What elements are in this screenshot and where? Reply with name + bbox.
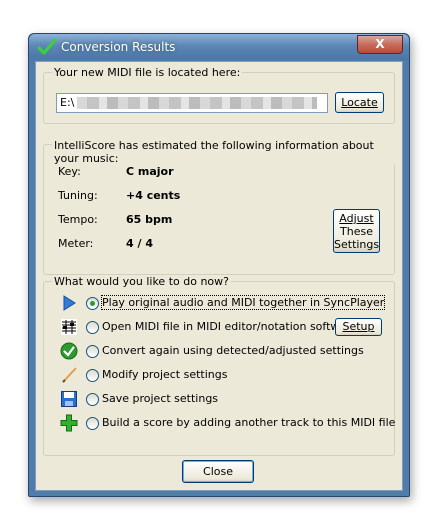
close-button-label: Close: [203, 465, 233, 478]
green-plus-icon: [60, 414, 78, 432]
tempo-label: Tempo:: [58, 213, 98, 226]
key-label: Key:: [58, 165, 81, 178]
floppy-disk-icon: [61, 391, 77, 407]
blurred-path-region: [77, 97, 317, 109]
meter-value: 4 / 4: [126, 237, 153, 250]
tuning-label: Tuning:: [58, 189, 98, 202]
tuning-value: +4 cents: [126, 189, 181, 202]
tempo-value: 65 bpm: [126, 213, 173, 226]
play-icon: [63, 295, 76, 311]
conversion-results-window: Conversion Results X Your new MIDI file …: [28, 33, 410, 497]
adjust-line-1: Adjust: [339, 212, 374, 225]
window-close-button[interactable]: X: [357, 35, 403, 54]
option-convert-again-radio[interactable]: [86, 345, 99, 358]
dialog-client-area: Your new MIDI file is located here: E:\ …: [35, 61, 403, 491]
midi-file-path-field[interactable]: E:\: [56, 93, 328, 113]
option-build-score-label[interactable]: Build a score by adding another track to…: [102, 416, 395, 429]
option-modify-radio[interactable]: [86, 369, 99, 382]
actions-group-label: What would you like to do now?: [52, 275, 231, 288]
setup-button-label: Setup: [342, 320, 375, 333]
title-bar[interactable]: Conversion Results X: [29, 34, 409, 60]
option-play-radio[interactable]: [86, 297, 99, 310]
key-value: C major: [126, 165, 174, 178]
adjust-line-3: Settings: [334, 238, 380, 251]
setup-button[interactable]: Setup: [335, 318, 382, 336]
option-build-score-radio[interactable]: [86, 417, 99, 430]
info-group-label: IntelliScore has estimated the following…: [52, 139, 402, 165]
option-save-radio[interactable]: [86, 393, 99, 406]
option-modify-label[interactable]: Modify project settings: [102, 368, 228, 381]
option-play-label[interactable]: Play original audio and MIDI together in…: [100, 295, 386, 310]
locate-button[interactable]: Locate: [335, 92, 384, 113]
option-open-midi-radio[interactable]: [86, 321, 99, 334]
meter-label: Meter:: [58, 237, 94, 250]
locate-button-label: Locate: [341, 96, 378, 109]
notation-icon: [61, 319, 77, 335]
option-open-midi-label[interactable]: Open MIDI file in MIDI editor/notation s…: [102, 320, 357, 333]
location-group-label: Your new MIDI file is located here:: [52, 66, 243, 79]
window-title: Conversion Results: [61, 40, 176, 54]
green-check-icon: [60, 342, 78, 360]
option-convert-again-label[interactable]: Convert again using detected/adjusted se…: [102, 344, 364, 357]
adjust-line-2: These: [340, 225, 373, 238]
green-check-icon: [37, 38, 57, 55]
adjust-settings-button[interactable]: Adjust These Settings: [333, 209, 380, 253]
midi-file-path-text: E:\: [60, 96, 75, 109]
pencil-icon: [62, 367, 77, 383]
option-save-label[interactable]: Save project settings: [102, 392, 218, 405]
close-button[interactable]: Close: [182, 460, 254, 483]
